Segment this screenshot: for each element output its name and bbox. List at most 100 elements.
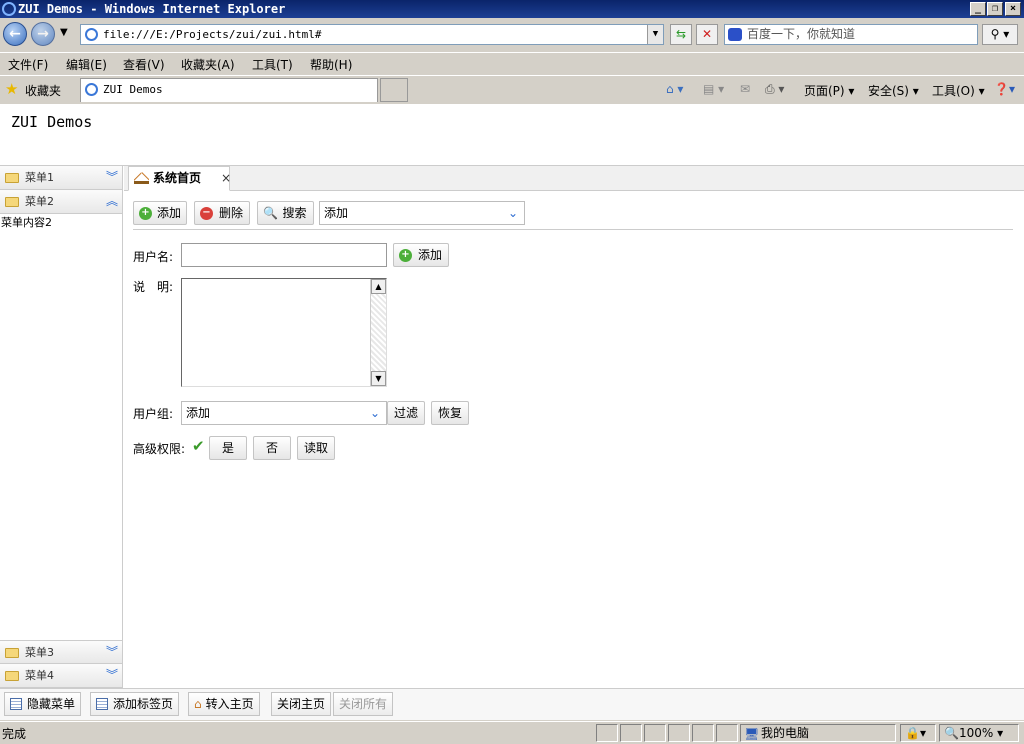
folder-icon xyxy=(5,671,19,681)
app-header: ZUI Demos xyxy=(0,104,1024,166)
to-home-button[interactable]: ⌂ 转入主页 xyxy=(188,692,260,716)
refresh-button[interactable]: ⇆ xyxy=(670,24,692,45)
star-icon: ★ xyxy=(5,80,19,98)
mail-icon[interactable]: ✉ xyxy=(740,82,750,96)
minus-icon: − xyxy=(200,207,213,220)
stop-button[interactable]: ✕ xyxy=(696,24,718,45)
group-label: 用户组: xyxy=(133,407,174,421)
status-cell xyxy=(644,724,666,742)
sidebar-item-menu4[interactable]: 菜单4 ︾ xyxy=(0,664,122,688)
sidebar-item-menu1[interactable]: 菜单1 ︾ xyxy=(0,166,122,190)
permission-label: 高级权限: xyxy=(133,442,186,456)
feeds-icon[interactable]: ▤ ▾ xyxy=(703,82,724,96)
history-dropdown-icon[interactable]: ▼ xyxy=(60,27,68,38)
read-button[interactable]: 读取 xyxy=(297,436,335,460)
address-input[interactable]: file:///E:/Projects/zui/zui.html# ▼ xyxy=(80,24,664,45)
username-input[interactable] xyxy=(181,243,387,267)
search-go-button[interactable]: ⚲ ▾ xyxy=(982,24,1018,45)
new-tab-button[interactable] xyxy=(380,78,408,102)
menu-help[interactable]: 帮助(H) xyxy=(310,56,352,73)
scroll-up-icon[interactable]: ▲ xyxy=(371,279,386,294)
username-label: 用户名: xyxy=(133,250,174,264)
close-home-button[interactable]: 关闭主页 xyxy=(271,692,332,716)
restore-button[interactable]: ❐ xyxy=(987,2,1003,16)
chevron-down-icon[interactable]: ︾ xyxy=(106,667,118,683)
browser-tab[interactable]: ZUI Demos xyxy=(80,78,378,102)
search-button[interactable]: 🔍 搜索 xyxy=(257,201,314,225)
hide-menu-button[interactable]: 隐藏菜单 xyxy=(4,692,82,716)
home-icon xyxy=(134,172,149,184)
home-icon[interactable]: ⌂ ▾ xyxy=(666,82,683,96)
status-cell xyxy=(596,724,618,742)
sidebar-item-label: 菜单3 xyxy=(25,646,54,659)
tab-home[interactable]: 系统首页 × xyxy=(128,166,231,191)
plus-icon: + xyxy=(139,207,152,220)
menu-view[interactable]: 查看(V) xyxy=(123,56,165,73)
help-icon[interactable]: ❓▾ xyxy=(994,82,1015,96)
username-add-button[interactable]: + 添加 xyxy=(393,243,449,267)
menu-edit[interactable]: 编辑(E) xyxy=(66,56,107,73)
textarea-scrollbar[interactable]: ▲ ▼ xyxy=(370,279,386,386)
baidu-icon xyxy=(728,28,742,41)
checkmark-icon: ✔ xyxy=(192,437,205,455)
sidebar-item-menu3[interactable]: 菜单3 ︾ xyxy=(0,640,122,664)
no-button[interactable]: 否 xyxy=(253,436,291,460)
zoom-control[interactable]: 🔍100% ▾ xyxy=(939,724,1019,742)
add-button[interactable]: + 添加 xyxy=(133,201,187,225)
status-text: 完成 xyxy=(2,727,27,741)
document-icon xyxy=(96,698,108,710)
ie-logo-icon xyxy=(2,2,16,16)
filter-button[interactable]: 过滤 xyxy=(387,401,425,425)
status-cell xyxy=(716,724,738,742)
close-all-button[interactable]: 关闭所有 xyxy=(333,692,394,716)
status-cell xyxy=(668,724,690,742)
menu-favorites[interactable]: 收藏夹(A) xyxy=(181,56,235,73)
toolbar-divider xyxy=(133,229,1013,230)
delete-button[interactable]: − 删除 xyxy=(194,201,250,225)
close-window-button[interactable]: × xyxy=(1005,2,1021,16)
safety-menu[interactable]: 安全(S) ▾ xyxy=(868,82,919,99)
home-icon: ⌂ xyxy=(194,697,202,711)
toolbar-select[interactable]: 添加 ⌄ xyxy=(319,201,525,225)
page-ie-icon xyxy=(85,28,98,41)
forward-button[interactable]: → xyxy=(31,22,55,46)
status-cell xyxy=(620,724,642,742)
document-icon xyxy=(10,698,22,710)
group-select[interactable]: 添加 ⌄ xyxy=(181,401,387,425)
tab-ie-icon xyxy=(85,83,98,96)
tools-menu[interactable]: 工具(O) ▾ xyxy=(932,82,985,99)
chevron-down-icon[interactable]: ︾ xyxy=(106,169,118,185)
window-title: ZUI Demos - Windows Internet Explorer xyxy=(18,2,286,16)
sidebar-item-label: 菜单1 xyxy=(25,171,54,184)
page-viewport: ZUI Demos 菜单1 ︾ 菜单2 ︽ 菜单内容2 菜单3 ︾ 菜单4 ︾ … xyxy=(0,104,1024,720)
yes-button[interactable]: 是 xyxy=(209,436,247,460)
description-label: 说 明: xyxy=(133,280,174,294)
add-tab-button[interactable]: 添加标签页 xyxy=(90,692,180,716)
back-button[interactable]: ← xyxy=(3,22,27,46)
print-icon[interactable]: ⎙ ▾ xyxy=(765,82,784,97)
address-dropdown-icon[interactable]: ▼ xyxy=(647,25,663,44)
app-title: ZUI Demos xyxy=(11,113,93,131)
reset-button[interactable]: 恢复 xyxy=(431,401,469,425)
menu-file[interactable]: 文件(F) xyxy=(8,56,48,73)
sidebar-item-label: 菜单4 xyxy=(25,669,54,682)
status-cell xyxy=(692,724,714,742)
favorites-bar: ★ 收藏夹 ZUI Demos ⌂ ▾ ▤ ▾ ✉ ⎙ ▾ 页面(P) ▾ 安全… xyxy=(0,75,1024,103)
page-menu[interactable]: 页面(P) ▾ xyxy=(804,82,854,99)
status-bar: 完成 🖥 我的电脑 🔒▾ 🔍100% ▾ xyxy=(0,721,1024,744)
favorites-button[interactable]: 收藏夹 xyxy=(25,82,61,99)
sidebar-item-menu2[interactable]: 菜单2 ︽ xyxy=(0,190,122,214)
chevron-down-icon[interactable]: ︾ xyxy=(106,644,118,660)
sidebar-panel-content: 菜单内容2 xyxy=(1,216,52,229)
description-textarea[interactable]: ▲ ▼ xyxy=(181,278,387,387)
folder-icon xyxy=(5,197,19,207)
protected-mode-icon[interactable]: 🔒▾ xyxy=(900,724,936,742)
tab-label: 系统首页 xyxy=(153,171,202,185)
search-input[interactable]: 百度一下，你就知道 xyxy=(724,24,978,45)
minimize-button[interactable]: _ xyxy=(970,2,986,16)
tab-close-icon[interactable]: × xyxy=(221,167,231,190)
scroll-down-icon[interactable]: ▼ xyxy=(371,371,386,386)
menu-tools[interactable]: 工具(T) xyxy=(252,56,293,73)
chevron-up-icon[interactable]: ︽ xyxy=(106,193,118,209)
sidebar-item-label: 菜单2 xyxy=(25,195,54,208)
